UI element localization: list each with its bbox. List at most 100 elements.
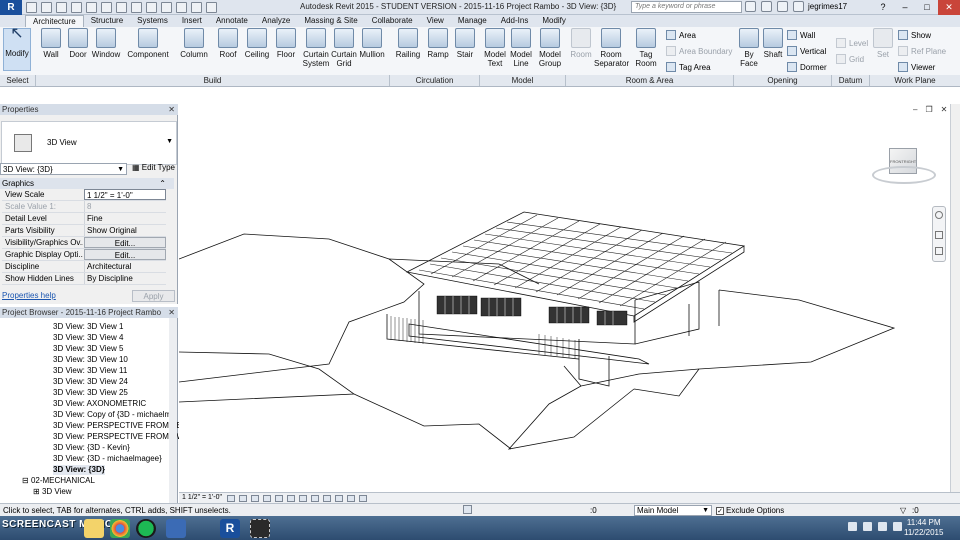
browser-item[interactable]: 3D View: 3D View 4 <box>53 333 123 343</box>
stair-button[interactable]: Stair <box>453 28 477 59</box>
column-button[interactable]: Column <box>179 28 209 59</box>
close-hidden-windows-icon[interactable] <box>191 2 202 13</box>
print-icon[interactable] <box>101 2 112 13</box>
tab-modify[interactable]: Modify <box>535 15 573 27</box>
close-icon[interactable]: ✕ <box>168 104 175 115</box>
tag-area-button[interactable]: Tag Area <box>666 62 711 72</box>
application-menu-button[interactable]: R <box>0 0 22 15</box>
tab-insert[interactable]: Insert <box>175 15 209 27</box>
vertical-opening-button[interactable]: Vertical <box>787 46 826 56</box>
zoom-extents-icon[interactable] <box>935 247 943 255</box>
browser-item[interactable]: 3D View: 3D View 25 <box>53 388 128 398</box>
area-button[interactable]: Area <box>666 30 696 40</box>
mullion-button[interactable]: Mullion <box>358 28 386 59</box>
browser-item[interactable]: 3D View: 3D View 1 <box>53 322 123 332</box>
by-face-button[interactable]: By Face <box>738 28 760 68</box>
minimize-icon[interactable]: – <box>913 105 917 114</box>
dormer-button[interactable]: Dormer <box>787 62 827 72</box>
viewport-scrollbar[interactable] <box>950 104 960 492</box>
railing-button[interactable]: Railing <box>394 28 422 59</box>
tab-collaborate[interactable]: Collaborate <box>365 15 420 27</box>
tag-room-button[interactable]: Tag Room <box>634 28 658 68</box>
crop-view-icon[interactable] <box>287 495 295 502</box>
store-icon[interactable] <box>166 519 186 538</box>
battery-icon[interactable] <box>878 522 887 531</box>
close-icon[interactable]: ✕ <box>941 105 948 114</box>
compass-ring[interactable] <box>872 166 936 184</box>
browser-item[interactable]: 3D View: PERSPECTIVE FROM SW <box>53 432 184 442</box>
property-row-view-scale[interactable]: View Scale 1 1/2" = 1'-0" <box>2 189 166 201</box>
curtain-system-button[interactable]: Curtain System <box>302 28 330 68</box>
visual-style-icon[interactable] <box>239 495 247 502</box>
type-selector[interactable]: 3D View ▼ <box>1 121 177 165</box>
edit-type-button[interactable]: ▦ Edit Type <box>132 163 175 172</box>
shadows-icon[interactable] <box>263 495 271 502</box>
browser-subgroup[interactable]: ⊞ 3D View <box>33 487 72 497</box>
volume-icon[interactable] <box>863 522 872 531</box>
temporary-hide-icon[interactable] <box>323 495 331 502</box>
revit-taskbar-icon[interactable]: R <box>220 519 240 538</box>
door-button[interactable]: Door <box>67 28 89 59</box>
taskbar-clock[interactable]: 11:44 PM 11/22/2015 <box>904 518 943 538</box>
browser-group[interactable]: ⊟ 02-MECHANICAL <box>22 476 95 486</box>
navigation-bar[interactable] <box>932 206 946 262</box>
user-name[interactable]: jegrimes17 <box>808 2 847 11</box>
maximize-icon[interactable]: □ <box>916 0 938 15</box>
shaft-button[interactable]: Shaft <box>762 28 784 59</box>
restore-icon[interactable]: ❐ <box>925 105 932 114</box>
curtain-grid-button[interactable]: Curtain Grid <box>331 28 357 68</box>
lock-view-icon[interactable] <box>311 495 319 502</box>
property-row-parts-visibility[interactable]: Parts Visibility Show Original <box>2 225 166 237</box>
level-button[interactable]: Level <box>836 38 868 48</box>
roof-button[interactable]: Roof <box>216 28 240 59</box>
model-group-button[interactable]: Model Group <box>536 28 564 68</box>
analytical-model-icon[interactable] <box>347 495 355 502</box>
model-text-button[interactable]: Model Text <box>483 28 507 68</box>
room-area-group-label[interactable]: Room & Area <box>566 75 734 86</box>
section-icon[interactable] <box>161 2 172 13</box>
screen-recorder-icon[interactable] <box>250 519 270 538</box>
browser-item[interactable]: 3D View: PERSPECTIVE FROM SE <box>53 421 182 431</box>
grid-button[interactable]: Grid <box>836 54 864 64</box>
ceiling-button[interactable]: Ceiling <box>243 28 271 59</box>
crop-region-icon[interactable] <box>299 495 307 502</box>
view-cube[interactable]: FRONT RIGHT <box>872 144 936 188</box>
browser-item[interactable]: 3D View: 3D View 10 <box>53 355 128 365</box>
browser-item[interactable]: 3D View: AXONOMETRIC <box>53 399 146 409</box>
property-row-visibility-graphics[interactable]: Visibility/Graphics Ov... Edit... <box>2 237 166 249</box>
redo-icon[interactable] <box>86 2 97 13</box>
subscription-icon[interactable] <box>761 1 772 12</box>
reveal-hidden-icon[interactable] <box>335 495 343 502</box>
viewer-button[interactable]: Viewer <box>898 62 935 72</box>
star-icon[interactable] <box>777 1 788 12</box>
tab-annotate[interactable]: Annotate <box>209 15 255 27</box>
property-row-show-hidden-lines[interactable]: Show Hidden Lines By Discipline <box>2 273 166 285</box>
thin-lines-icon[interactable] <box>176 2 187 13</box>
window-button[interactable]: Window <box>91 28 121 59</box>
tab-add-ins[interactable]: Add-Ins <box>494 15 536 27</box>
checkbox-icon[interactable]: ✓ <box>716 506 724 515</box>
user-icon[interactable] <box>793 1 804 12</box>
worksets-icon[interactable] <box>463 505 472 514</box>
property-row-detail-level[interactable]: Detail Level Fine <box>2 213 166 225</box>
tab-manage[interactable]: Manage <box>451 15 494 27</box>
ref-plane-button[interactable]: Ref Plane <box>898 46 946 56</box>
design-option-dropdown[interactable]: Main Model ▼ <box>634 505 712 516</box>
property-row-discipline[interactable]: Discipline Architectural <box>2 261 166 273</box>
open-icon[interactable] <box>26 2 37 13</box>
file-explorer-icon[interactable] <box>84 519 104 538</box>
browser-item[interactable]: 3D View: {3D - Kevin} <box>53 443 130 453</box>
undo-icon[interactable] <box>71 2 82 13</box>
text-icon[interactable] <box>131 2 142 13</box>
wall-opening-button[interactable]: Wall <box>787 30 815 40</box>
spotify-icon[interactable] <box>136 519 156 538</box>
select-group-label[interactable]: Select <box>0 75 36 86</box>
browser-item[interactable]: 3D View: 3D View 5 <box>53 344 123 354</box>
browser-item[interactable]: 3D View: 3D View 11 <box>53 366 127 376</box>
search-input[interactable]: Type a keyword or phrase <box>631 1 742 13</box>
browser-item-active[interactable]: 3D View: {3D} <box>53 465 105 475</box>
notifications-icon[interactable] <box>893 522 902 531</box>
close-icon[interactable]: ✕ <box>938 0 960 15</box>
browser-item[interactable]: 3D View: {3D - michaelmagee} <box>53 454 162 464</box>
switch-windows-icon[interactable] <box>206 2 217 13</box>
